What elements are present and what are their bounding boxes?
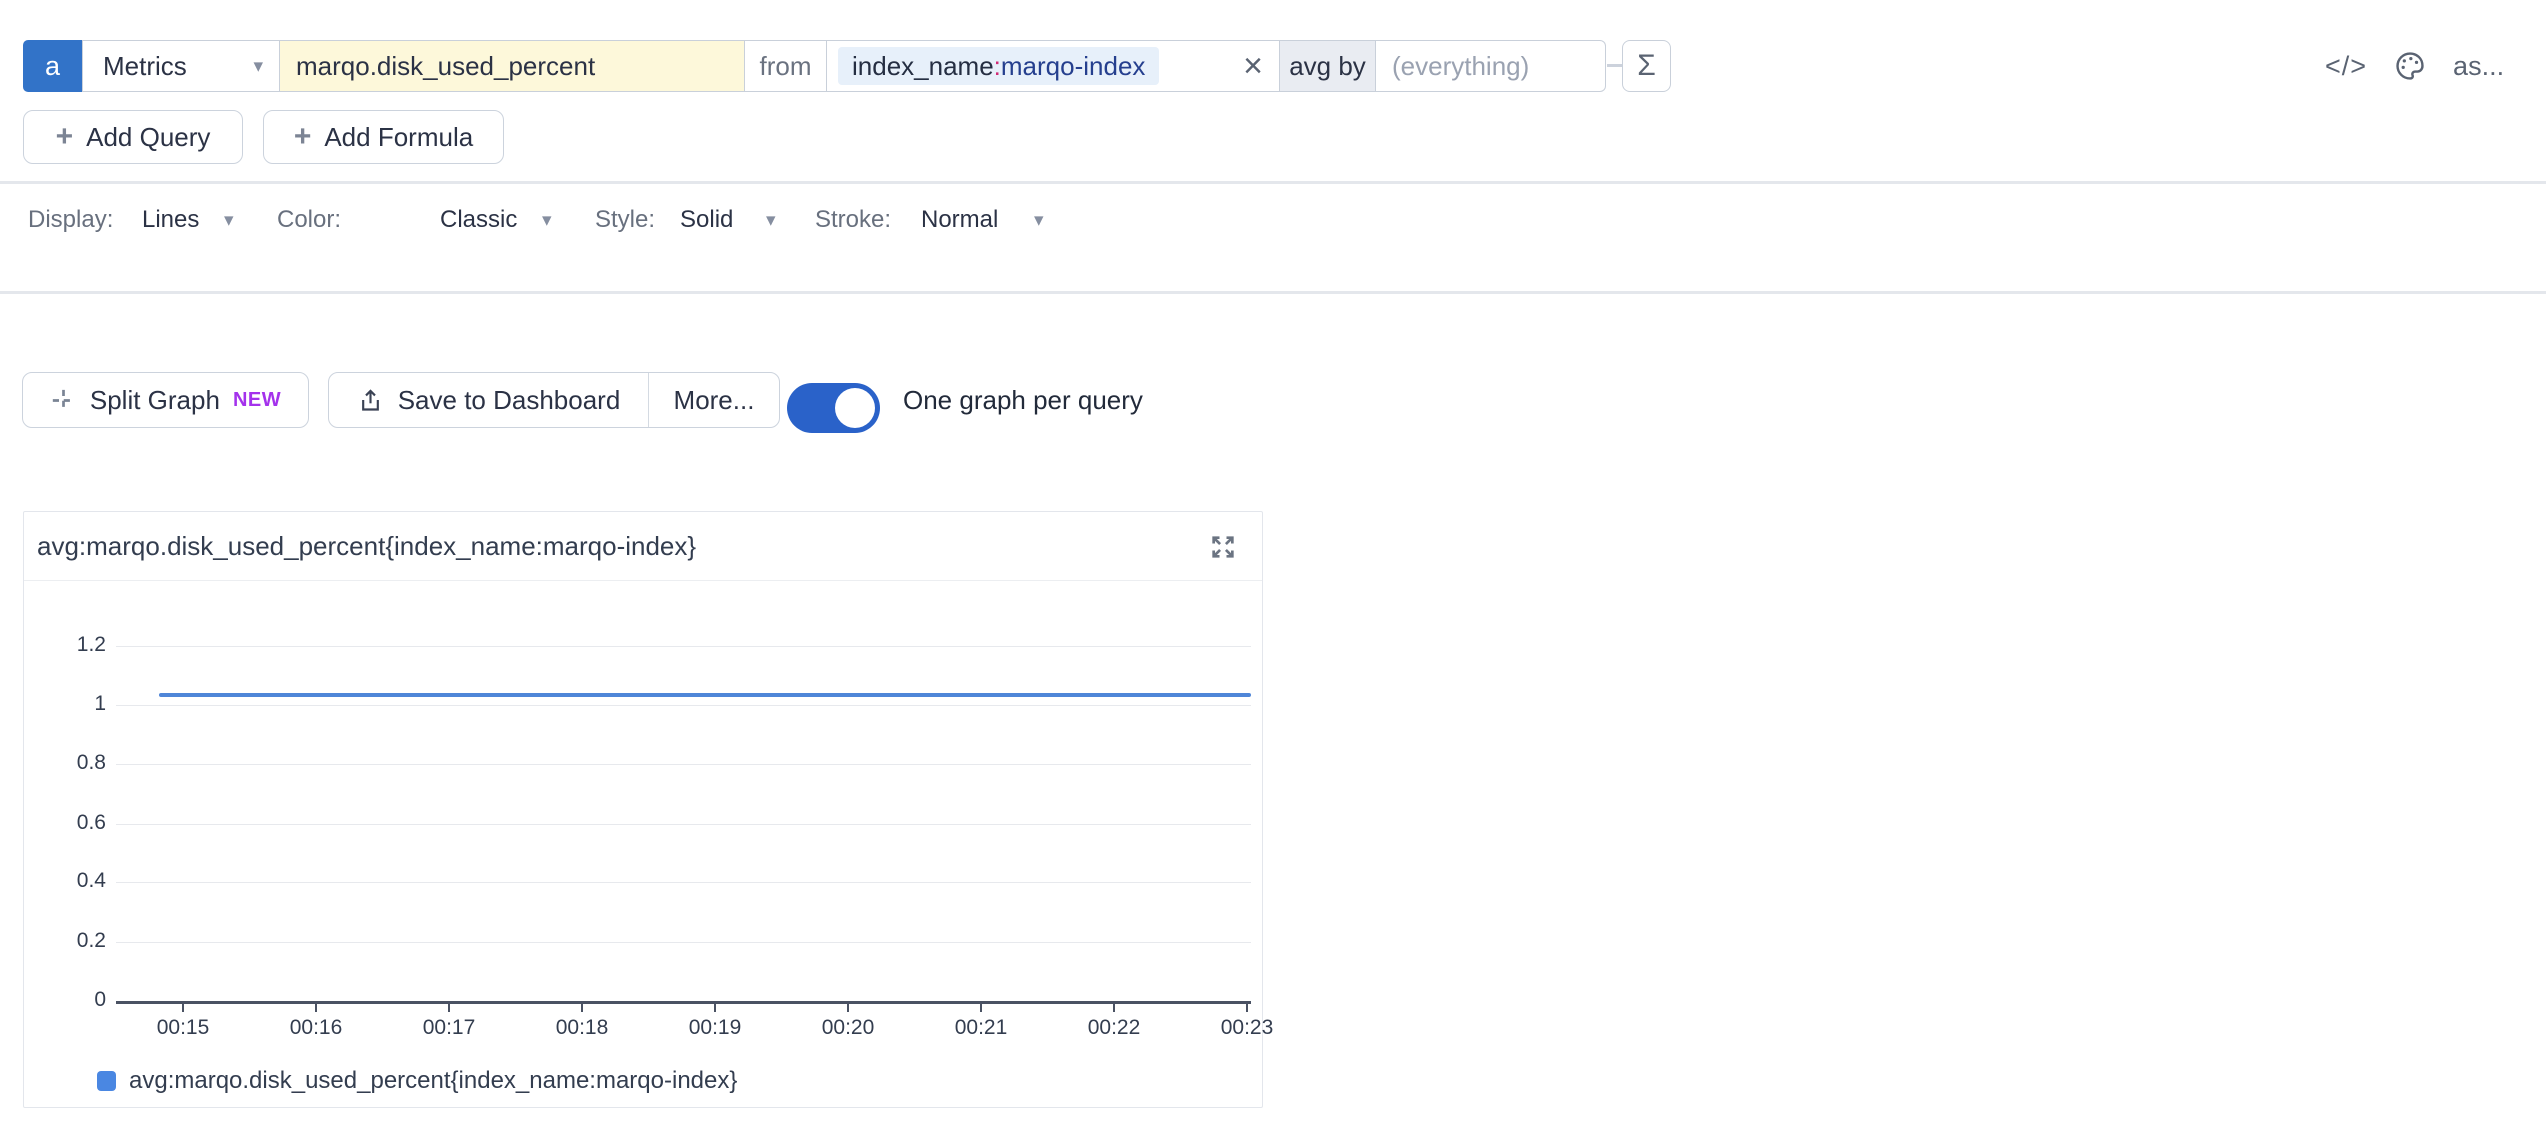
x-tick-label: 00:20 xyxy=(808,1016,888,1040)
color-palette-swatch[interactable] xyxy=(376,196,425,244)
x-tick-label: 00:17 xyxy=(409,1016,489,1040)
x-tick xyxy=(714,1004,716,1012)
filter-tag-separator: : xyxy=(994,51,1001,82)
x-tick-label: 00:22 xyxy=(1074,1016,1154,1040)
from-label: from xyxy=(745,40,827,92)
palette-icon[interactable] xyxy=(2393,49,2427,83)
x-tick xyxy=(980,1004,982,1012)
section-divider xyxy=(0,291,2546,294)
legend-item[interactable]: avg:marqo.disk_used_percent{index_name:m… xyxy=(97,1066,737,1096)
x-tick xyxy=(1113,1004,1115,1012)
gridline xyxy=(116,646,1251,647)
style-select[interactable]: Solid xyxy=(680,196,733,244)
y-tick-label: 0 xyxy=(44,988,106,1012)
color-select[interactable]: Classic xyxy=(440,196,517,244)
gridline xyxy=(116,942,1251,943)
chart-header: avg:marqo.disk_used_percent{index_name:m… xyxy=(24,512,1262,581)
metric-input[interactable]: marqo.disk_used_percent xyxy=(280,40,745,92)
x-tick xyxy=(1246,1004,1248,1012)
expand-icon[interactable] xyxy=(1209,533,1237,561)
one-graph-per-query-toggle[interactable] xyxy=(787,383,880,433)
chevron-down-icon: ▾ xyxy=(253,55,263,77)
add-query-label: Add Query xyxy=(86,122,210,153)
gridline xyxy=(116,705,1251,706)
save-more-button-group: Save to Dashboard More... xyxy=(328,372,780,428)
x-tick-label: 00:18 xyxy=(542,1016,622,1040)
y-tick-label: 1.2 xyxy=(44,633,106,657)
series-line xyxy=(159,693,1251,697)
query-letter-badge[interactable]: a xyxy=(23,40,82,92)
x-tick-label: 00:21 xyxy=(941,1016,1021,1040)
color-label: Color: xyxy=(277,196,341,244)
split-graph-label: Split Graph xyxy=(90,385,220,416)
chevron-down-icon[interactable]: ▾ xyxy=(1034,196,1044,244)
group-by-input[interactable]: (everything) xyxy=(1376,40,1606,92)
gridline xyxy=(116,882,1251,883)
x-tick xyxy=(315,1004,317,1012)
add-query-button[interactable]: + Add Query xyxy=(23,110,243,164)
x-axis-line xyxy=(116,1001,1251,1004)
code-view-icon[interactable]: </> xyxy=(2325,51,2367,82)
source-select-value: Metrics xyxy=(103,51,187,82)
y-tick-label: 0.4 xyxy=(44,869,106,893)
sigma-function-button[interactable]: Σ xyxy=(1622,40,1671,92)
x-tick-label: 00:16 xyxy=(276,1016,356,1040)
x-tick xyxy=(448,1004,450,1012)
x-tick xyxy=(581,1004,583,1012)
query-header-actions: </> as... xyxy=(2325,40,2504,92)
stroke-label: Stroke: xyxy=(815,196,891,244)
chevron-down-icon[interactable]: ▾ xyxy=(766,196,776,244)
source-select[interactable]: Metrics ▾ xyxy=(82,40,280,92)
clear-filter-icon[interactable]: × xyxy=(1243,41,1263,91)
save-to-dashboard-label: Save to Dashboard xyxy=(398,385,621,416)
display-options-row: Display: Lines ▾ Color: Classic ▾ Style:… xyxy=(0,196,1200,244)
filter-tag-value: marqo-index xyxy=(1001,51,1146,82)
x-tick xyxy=(847,1004,849,1012)
display-label: Display: xyxy=(28,196,113,244)
legend-swatch xyxy=(97,1071,116,1091)
plus-icon: + xyxy=(56,122,74,152)
display-select[interactable]: Lines xyxy=(142,196,199,244)
one-graph-per-query-label: One graph per query xyxy=(903,372,1143,428)
sigma-connector xyxy=(1607,64,1622,67)
metric-input-value: marqo.disk_used_percent xyxy=(296,51,595,82)
group-by-placeholder: (everything) xyxy=(1392,51,1529,82)
x-tick-label: 00:23 xyxy=(1207,1016,1287,1040)
style-label: Style: xyxy=(595,196,655,244)
x-tick-label: 00:19 xyxy=(675,1016,755,1040)
gridline xyxy=(116,824,1251,825)
legend-label: avg:marqo.disk_used_percent{index_name:m… xyxy=(129,1067,737,1095)
plus-icon: + xyxy=(294,122,312,152)
section-divider xyxy=(0,181,2546,184)
split-graph-button[interactable]: Split Graph NEW xyxy=(22,372,309,428)
gridline xyxy=(116,764,1251,765)
split-graph-icon xyxy=(50,387,77,414)
new-badge: NEW xyxy=(233,389,281,412)
y-tick-label: 0.8 xyxy=(44,751,106,775)
chevron-down-icon[interactable]: ▾ xyxy=(542,196,552,244)
filter-tag-key: index_name xyxy=(852,51,994,82)
x-tick-label: 00:15 xyxy=(143,1016,223,1040)
add-formula-button[interactable]: + Add Formula xyxy=(263,110,504,164)
y-tick-label: 0.2 xyxy=(44,929,106,953)
save-to-dashboard-button[interactable]: Save to Dashboard xyxy=(329,373,648,427)
as-function-link[interactable]: as... xyxy=(2453,51,2504,82)
chevron-down-icon[interactable]: ▾ xyxy=(224,196,234,244)
y-tick-label: 0.6 xyxy=(44,811,106,835)
metrics-explorer-page: a Metrics ▾ marqo.disk_used_percent from… xyxy=(0,0,2546,1144)
filter-input[interactable]: index_name:marqo-index × xyxy=(827,40,1280,92)
aggregator-select[interactable]: avg by xyxy=(1280,40,1376,92)
chart-title: avg:marqo.disk_used_percent{index_name:m… xyxy=(37,531,696,562)
upload-icon xyxy=(357,387,384,414)
add-formula-label: Add Formula xyxy=(324,122,473,153)
query-bar: a Metrics ▾ marqo.disk_used_percent from… xyxy=(23,40,1606,92)
x-tick xyxy=(182,1004,184,1012)
stroke-select[interactable]: Normal xyxy=(921,196,998,244)
y-tick-label: 1 xyxy=(44,692,106,716)
chart-card: avg:marqo.disk_used_percent{index_name:m… xyxy=(23,511,1263,1108)
more-button[interactable]: More... xyxy=(648,373,779,427)
toggle-knob xyxy=(835,388,875,428)
filter-tag[interactable]: index_name:marqo-index xyxy=(838,47,1159,85)
